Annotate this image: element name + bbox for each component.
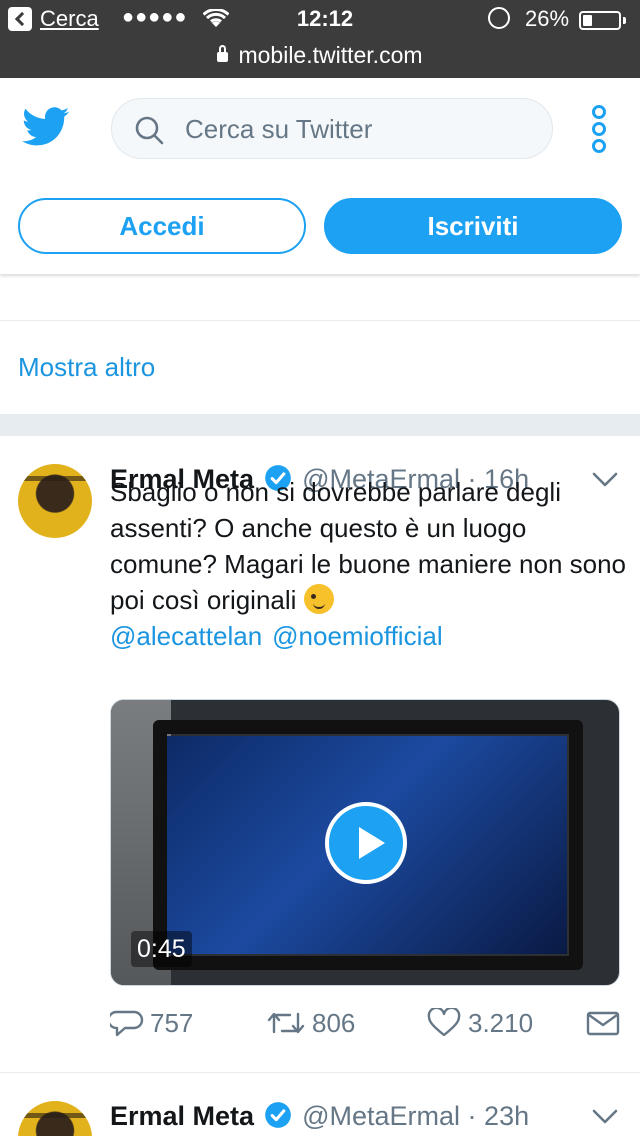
direct-message-button[interactable]	[586, 1003, 626, 1043]
reply-icon	[107, 1010, 144, 1037]
avatar[interactable]	[18, 464, 92, 538]
author-handle[interactable]: @MetaErmal	[302, 1101, 460, 1131]
reply-count: 757	[150, 1008, 194, 1038]
retweet-button[interactable]: 806	[266, 1003, 355, 1043]
battery-level	[583, 15, 592, 26]
tweet[interactable]: Ermal Meta @MetaErmal · 16h Sbaglio o non…	[0, 436, 640, 1072]
login-button[interactable]: Accedi	[18, 198, 306, 254]
tweet-header: Ermal Meta @MetaErmal · 23h	[110, 1101, 529, 1132]
search-icon	[135, 116, 164, 145]
video-player[interactable]: 0:45	[110, 699, 620, 986]
tweet[interactable]: Ermal Meta @MetaErmal · 23h	[0, 1073, 640, 1136]
avatar[interactable]	[18, 1101, 92, 1136]
tweet-body: Sbaglio o non si dovrebbe parlare degli …	[110, 477, 627, 615]
tweet-actions: 757 806 3.210	[107, 1003, 630, 1043]
battery-icon	[579, 11, 621, 30]
separator-dot: ·	[467, 1101, 477, 1131]
divider	[0, 320, 640, 321]
play-button-icon[interactable]	[325, 802, 407, 884]
show-more-link[interactable]: Mostra altro	[18, 352, 155, 383]
url-text: mobile.twitter.com	[238, 42, 423, 68]
mention-link[interactable]: @alecattelan	[110, 621, 262, 651]
address-bar[interactable]: mobile.twitter.com	[0, 42, 640, 69]
tweet-time[interactable]: 23h	[484, 1101, 529, 1131]
twitter-bird-icon[interactable]	[22, 107, 70, 147]
like-count: 3.210	[468, 1008, 534, 1038]
envelope-icon	[586, 1011, 620, 1036]
app-header: Accedi Iscriviti	[0, 78, 640, 274]
mention-link[interactable]: @noemiofficial	[272, 621, 442, 651]
reply-button[interactable]: 757	[107, 1003, 194, 1043]
retweet-count: 806	[312, 1008, 356, 1038]
signup-button[interactable]: Iscriviti	[324, 198, 622, 254]
video-duration: 0:45	[131, 931, 192, 967]
more-vertical-icon[interactable]	[590, 105, 608, 153]
battery-tip	[623, 17, 626, 24]
search-box[interactable]	[111, 98, 553, 159]
timeline-gap	[0, 414, 640, 436]
rotation-lock-icon	[488, 7, 510, 29]
heart-icon	[427, 1006, 461, 1037]
chevron-down-icon[interactable]	[592, 1109, 618, 1125]
battery-percentage: 26%	[525, 6, 570, 31]
status-bar: Cerca ●●●●● 12:12 26% mobile.twitter.com	[0, 0, 640, 78]
tweet-text: Sbaglio o non si dovrebbe parlare degli …	[110, 474, 630, 654]
like-button[interactable]: 3.210	[426, 1003, 533, 1043]
search-input[interactable]	[185, 111, 525, 147]
author-name[interactable]: Ermal Meta	[110, 1101, 254, 1131]
verified-badge-icon	[265, 1102, 291, 1128]
padlock-icon	[217, 45, 229, 62]
retweet-icon	[267, 1012, 305, 1034]
winking-face-emoji-icon	[304, 584, 335, 614]
